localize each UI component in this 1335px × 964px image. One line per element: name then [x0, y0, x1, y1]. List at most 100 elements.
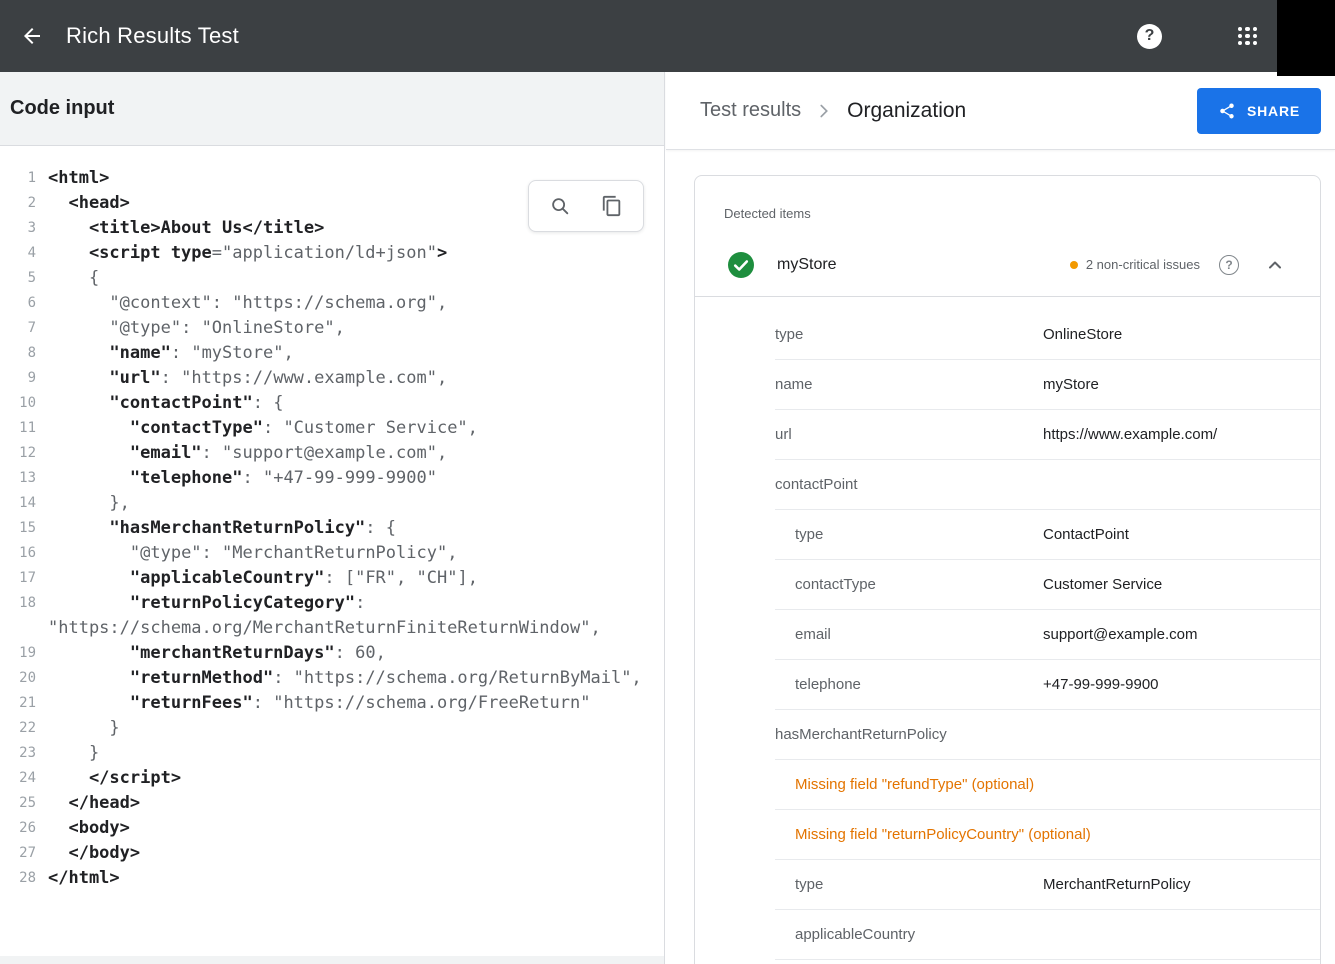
code-line: "https://schema.org/MerchantReturnFinite…	[0, 616, 664, 641]
property-key: type	[775, 876, 1043, 893]
code-line: 17 "applicableCountry": ["FR", "CH"],	[0, 566, 664, 591]
property-key: contactPoint	[775, 476, 1043, 493]
share-icon	[1218, 102, 1236, 120]
line-number: 21	[0, 691, 36, 716]
code-line: 6 "@context": "https://schema.org",	[0, 291, 664, 316]
breadcrumb-test-results[interactable]: Test results	[700, 99, 801, 122]
detected-item-name: myStore	[777, 256, 837, 274]
missing-field-warning-row[interactable]: Missing field "returnPolicyCountry" (opt…	[775, 810, 1320, 860]
detected-items-label: Detected items	[724, 206, 1292, 221]
property-value: ContactPoint	[1043, 526, 1129, 543]
code-editor[interactable]: 1<html>2 <head>3 <title>About Us</title>…	[0, 146, 664, 964]
property-row: contactTypeCustomer Service	[775, 560, 1320, 610]
horizontal-scrollbar-track[interactable]	[0, 956, 664, 964]
property-key: hasMerchantReturnPolicy	[775, 726, 1043, 743]
line-number: 17	[0, 566, 36, 591]
chevron-right-icon	[813, 100, 835, 122]
code-text: "returnFees": "https://schema.org/FreeRe…	[48, 691, 590, 716]
property-key: type	[775, 526, 1043, 543]
code-text: </html>	[48, 866, 120, 891]
line-number: 3	[0, 216, 36, 241]
results-body: Detected items myStore 2 non-critical is…	[666, 150, 1335, 964]
code-line: 24 </script>	[0, 766, 664, 791]
copy-code-button[interactable]	[592, 186, 632, 226]
results-header: Test results Organization SHARE	[666, 72, 1335, 150]
property-value: OnlineStore	[1043, 326, 1122, 343]
property-key: type	[775, 326, 1043, 343]
detected-item-table: typeOnlineStorenamemyStoreurlhttps://www…	[695, 297, 1320, 960]
line-number: 7	[0, 316, 36, 341]
line-number: 12	[0, 441, 36, 466]
property-value: +47-99-999-9900	[1043, 676, 1159, 693]
line-number: 28	[0, 866, 36, 891]
line-number: 22	[0, 716, 36, 741]
line-number: 2	[0, 191, 36, 216]
code-line: 12 "email": "support@example.com",	[0, 441, 664, 466]
code-text: </body>	[48, 841, 140, 866]
line-number: 10	[0, 391, 36, 416]
back-arrow-icon[interactable]	[12, 16, 52, 56]
issues-help-icon[interactable]: ?	[1219, 255, 1239, 275]
code-text: "returnMethod": "https://schema.org/Retu…	[48, 666, 642, 691]
property-value: support@example.com	[1043, 626, 1197, 643]
search-code-button[interactable]	[540, 186, 580, 226]
code-line: 13 "telephone": "+47-99-999-9900"	[0, 466, 664, 491]
code-line: 27 </body>	[0, 841, 664, 866]
code-line: 11 "contactType": "Customer Service",	[0, 416, 664, 441]
line-number: 11	[0, 416, 36, 441]
code-line: 18 "returnPolicyCategory":	[0, 591, 664, 616]
code-text: <title>About Us</title>	[48, 216, 324, 241]
line-number	[0, 616, 36, 641]
code-text: "contactType": "Customer Service",	[48, 416, 478, 441]
code-text: }	[48, 741, 99, 766]
missing-field-warning-row[interactable]: Missing field "refundType" (optional)	[775, 760, 1320, 810]
line-number: 1	[0, 166, 36, 191]
share-button[interactable]: SHARE	[1197, 88, 1321, 134]
property-row: typeContactPoint	[775, 510, 1320, 560]
property-row: typeMerchantReturnPolicy	[775, 860, 1320, 910]
code-text: }	[48, 716, 120, 741]
code-line: 21 "returnFees": "https://schema.org/Fre…	[0, 691, 664, 716]
code-line: 10 "contactPoint": {	[0, 391, 664, 416]
code-line: 19 "merchantReturnDays": 60,	[0, 641, 664, 666]
test-results-panel: Test results Organization SHARE Detected…	[666, 72, 1335, 964]
top-app-bar: Rich Results Test ?	[0, 0, 1335, 72]
code-line: 14 },	[0, 491, 664, 516]
property-group-row: applicableCountry	[775, 910, 1320, 960]
property-group-row: hasMerchantReturnPolicy	[775, 710, 1320, 760]
property-key: name	[775, 376, 1043, 393]
code-text: "@context": "https://schema.org",	[48, 291, 447, 316]
code-text: "telephone": "+47-99-999-9900"	[48, 466, 437, 491]
profile-placeholder	[1277, 0, 1335, 76]
property-key: applicableCountry	[775, 926, 1043, 943]
code-text: "url": "https://www.example.com",	[48, 366, 447, 391]
line-number: 6	[0, 291, 36, 316]
line-number: 27	[0, 841, 36, 866]
issue-dot-icon	[1070, 261, 1078, 269]
apps-grid-icon[interactable]	[1238, 27, 1257, 46]
detected-item-header[interactable]: myStore 2 non-critical issues ?	[695, 233, 1320, 297]
code-line: 16 "@type": "MerchantReturnPolicy",	[0, 541, 664, 566]
code-line: 8 "name": "myStore",	[0, 341, 664, 366]
line-number: 8	[0, 341, 36, 366]
help-icon[interactable]: ?	[1137, 24, 1162, 49]
code-line: 4 <script type="application/ld+json">	[0, 241, 664, 266]
property-group-row: contactPoint	[775, 460, 1320, 510]
property-row: telephone+47-99-999-9900	[775, 660, 1320, 710]
code-text: </head>	[48, 791, 140, 816]
chevron-up-icon[interactable]	[1263, 253, 1287, 277]
code-text: <script type="application/ld+json">	[48, 241, 447, 266]
code-line: 9 "url": "https://www.example.com",	[0, 366, 664, 391]
property-row: urlhttps://www.example.com/	[775, 410, 1320, 460]
code-line: 26 <body>	[0, 816, 664, 841]
property-key: url	[775, 426, 1043, 443]
line-number: 14	[0, 491, 36, 516]
code-text: "applicableCountry": ["FR", "CH"],	[48, 566, 478, 591]
property-value: https://www.example.com/	[1043, 426, 1217, 443]
code-input-panel: Code input 1<html>2 <head>3 <title>About…	[0, 72, 665, 964]
code-line: 28 </html>	[0, 866, 664, 891]
line-number: 5	[0, 266, 36, 291]
breadcrumb-current-page: Organization	[847, 99, 966, 123]
code-text: },	[48, 491, 130, 516]
code-text: "contactPoint": {	[48, 391, 283, 416]
